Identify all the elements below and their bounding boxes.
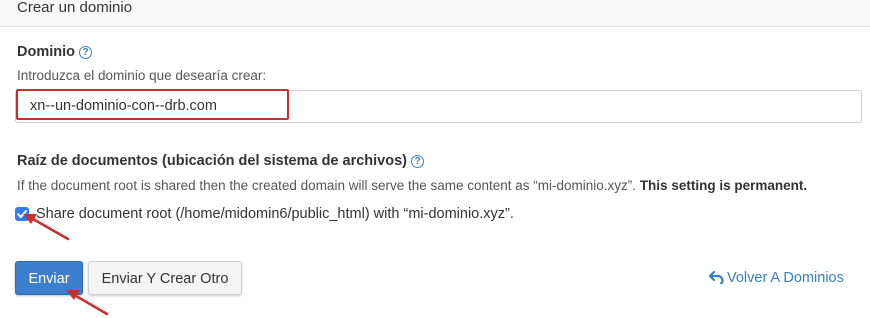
undo-arrow-icon bbox=[708, 270, 724, 289]
docroot-section-label: Raíz de documentos (ubicación del sistem… bbox=[17, 152, 424, 170]
checkmark-icon bbox=[17, 210, 27, 218]
docroot-label: Raíz de documentos (ubicación del sistem… bbox=[17, 153, 407, 169]
back-link-label: Volver A Dominios bbox=[727, 270, 844, 286]
back-to-domains-link[interactable]: Volver A Dominios bbox=[708, 269, 844, 289]
submit-and-create-another-button[interactable]: Enviar Y Crear Otro bbox=[88, 261, 242, 295]
docroot-permanent-note: This setting is permanent. bbox=[639, 178, 808, 193]
share-docroot-checkbox[interactable] bbox=[15, 207, 29, 221]
submit-button[interactable]: Enviar bbox=[15, 261, 83, 295]
page-title: Crear un dominio bbox=[17, 0, 133, 16]
domain-help-icon[interactable]: ? bbox=[79, 46, 92, 59]
docroot-help-icon[interactable]: ? bbox=[411, 155, 424, 168]
domain-input-highlight bbox=[16, 89, 289, 120]
page-header: Crear un dominio bbox=[0, 0, 870, 27]
docroot-description-text: If the document root is shared then the … bbox=[17, 178, 637, 193]
domain-section-label: Dominio? bbox=[17, 43, 92, 61]
domain-label: Dominio bbox=[17, 44, 75, 60]
domain-description: Introduzca el dominio que desearía crear… bbox=[17, 68, 267, 83]
docroot-description: If the document root is shared then the … bbox=[17, 177, 807, 194]
share-docroot-label[interactable]: Share document root (/home/midomin6/publ… bbox=[36, 206, 514, 223]
